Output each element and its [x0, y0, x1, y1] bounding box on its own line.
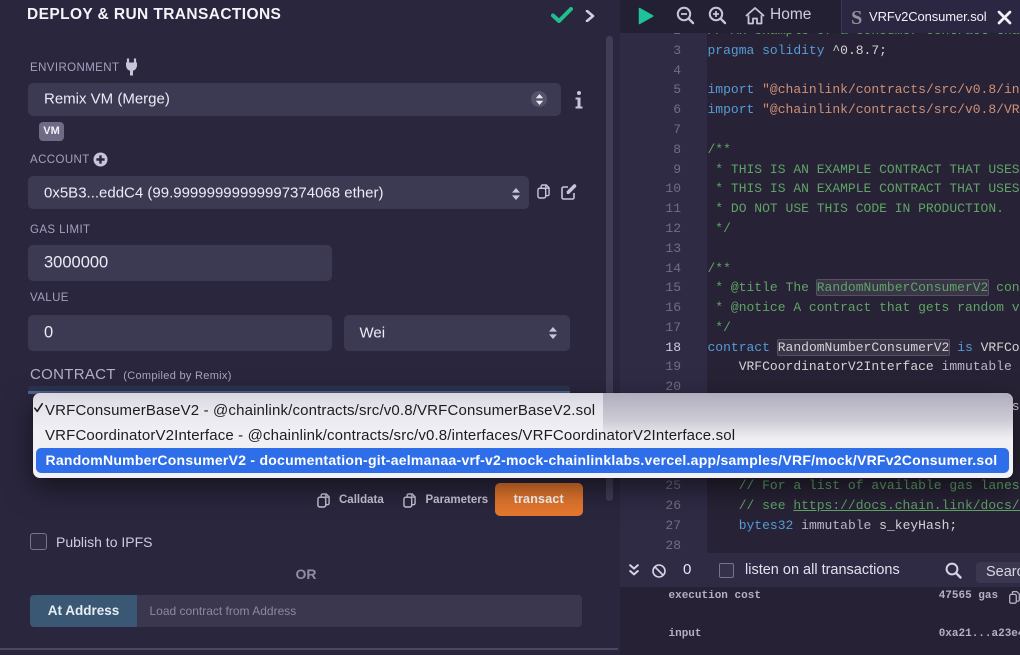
- svg-text:S: S: [851, 8, 862, 26]
